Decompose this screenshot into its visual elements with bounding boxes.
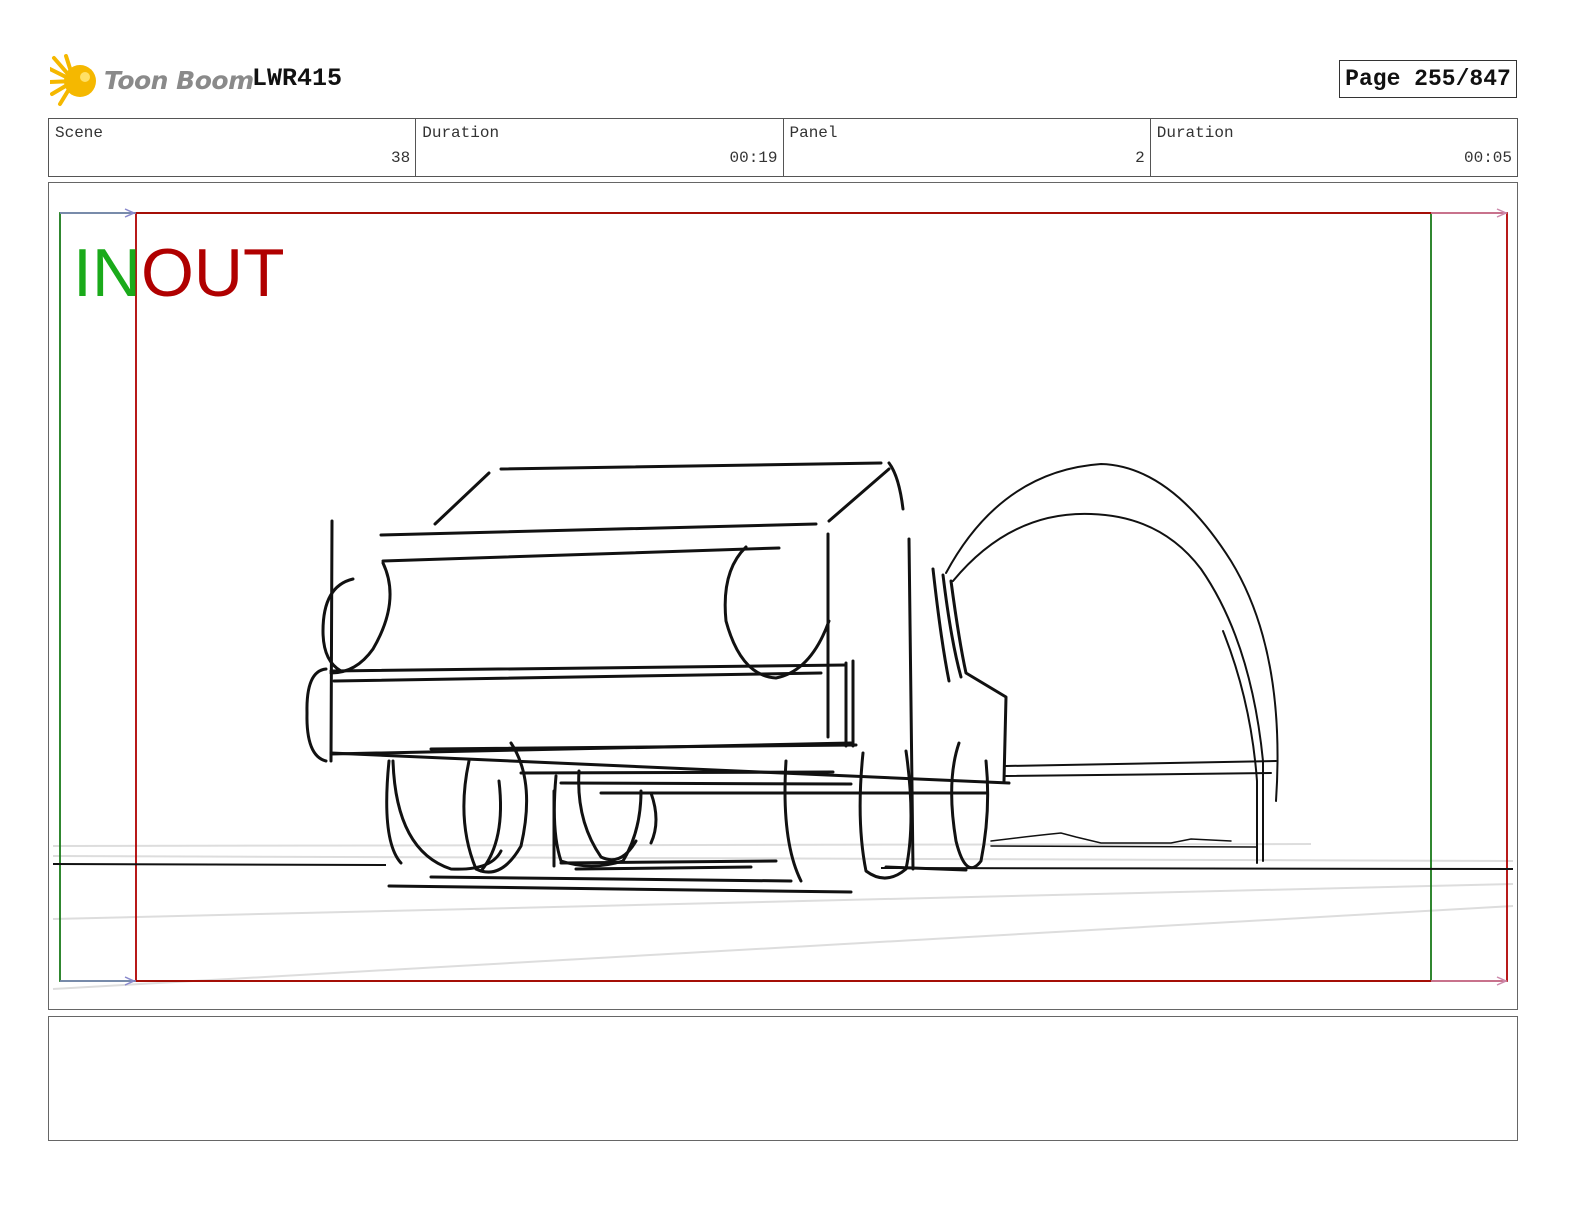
panel-value: 2 xyxy=(1135,149,1145,167)
scene-duration-cell: Duration 00:19 xyxy=(416,119,784,176)
panel-cell: Panel 2 xyxy=(784,119,1151,176)
scene-label: Scene xyxy=(55,124,104,142)
scene-duration-label: Duration xyxy=(422,124,500,142)
horizon-line xyxy=(52,863,1514,870)
panel-duration-cell: Duration 00:05 xyxy=(1151,119,1517,176)
in-label: INOUT xyxy=(73,235,285,311)
starburst-icon xyxy=(48,54,96,106)
scene-value: 38 xyxy=(391,149,411,167)
page-counter: Page 255/847 xyxy=(1339,60,1517,98)
panel-duration-value: 00:05 xyxy=(1463,149,1512,167)
project-code: LWR415 xyxy=(252,64,343,93)
logo-text: Toon Boom xyxy=(104,66,254,95)
panel-sketch: INOUT xyxy=(52,208,1514,990)
truck-sketch xyxy=(305,461,1011,894)
panel-duration-label: Duration xyxy=(1156,124,1234,142)
panel-label: Panel xyxy=(789,124,838,142)
perspective-guides xyxy=(52,843,1514,990)
toon-boom-logo: Toon Boom xyxy=(48,54,254,108)
out-text: OUT xyxy=(141,235,285,311)
panel-notes-box xyxy=(48,1016,1518,1141)
tunnel-arch-sketch xyxy=(945,462,1279,864)
scene-info-row: Scene 38 Duration 00:19 Panel 2 Duration… xyxy=(48,118,1518,177)
in-text: IN xyxy=(73,235,141,311)
scene-duration-value: 00:19 xyxy=(729,149,778,167)
storyboard-panel: INOUT xyxy=(48,182,1518,1010)
scene-cell: Scene 38 xyxy=(49,119,417,176)
